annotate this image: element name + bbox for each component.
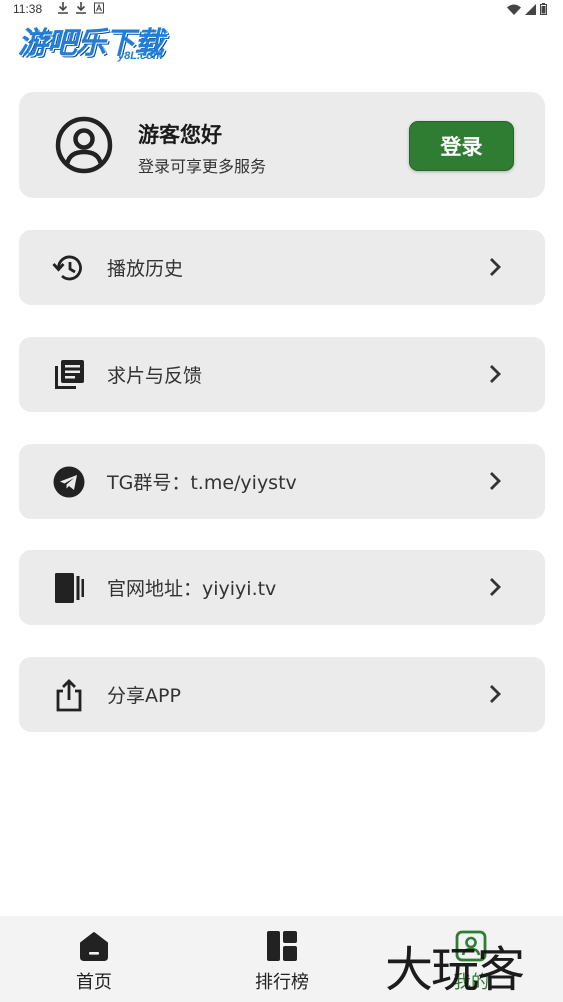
nav-label-home: 首页 (76, 972, 112, 993)
user-greeting: 游客您好 (138, 123, 222, 147)
user-card: 游客您好 登录可享更多服务 登录 (19, 92, 545, 198)
app-logo: 游吧乐下载 y8L.com (18, 18, 188, 68)
menu-label: TG群号：t.me/yiystv (107, 472, 297, 494)
wifi-icon (507, 4, 521, 15)
battery-icon (540, 3, 547, 15)
chevron-right-icon (490, 472, 501, 490)
watermark: 大玩客 (385, 942, 525, 998)
telegram-icon (51, 464, 87, 500)
website-icon (51, 570, 87, 606)
menu-item-request-feedback[interactable]: 求片与反馈 (19, 337, 545, 412)
login-button[interactable]: 登录 (409, 121, 514, 171)
menu-item-telegram[interactable]: TG群号：t.me/yiystv (19, 444, 545, 519)
chevron-right-icon (490, 685, 501, 703)
history-icon (51, 250, 87, 286)
chevron-right-icon (490, 578, 501, 596)
download-icon (58, 2, 68, 14)
nav-item-home[interactable]: 首页 (34, 916, 154, 1002)
status-bar: 11:38 (0, 0, 563, 20)
menu-label: 求片与反馈 (107, 365, 203, 387)
user-subtitle: 登录可享更多服务 (138, 157, 267, 176)
library-icon (51, 357, 87, 393)
a-icon (94, 2, 104, 14)
logo-sub-text: y8L.com (118, 50, 163, 62)
chevron-right-icon (490, 365, 501, 383)
menu-item-share-app[interactable]: 分享APP (19, 657, 545, 732)
nav-label-ranking: 排行榜 (255, 972, 309, 993)
menu-label: 播放历史 (107, 258, 184, 280)
share-icon (51, 677, 87, 713)
signal-icon (525, 3, 536, 15)
download-icon (76, 2, 86, 14)
menu-item-play-history[interactable]: 播放历史 (19, 230, 545, 305)
avatar-icon (55, 116, 113, 174)
menu-item-website[interactable]: 官网地址：yiyiyi.tv (19, 550, 545, 625)
nav-item-ranking[interactable]: 排行榜 (222, 916, 342, 1002)
menu-label: 官网地址：yiyiyi.tv (107, 578, 277, 600)
status-system-icons (507, 3, 547, 15)
ranking-icon (267, 931, 297, 961)
menu-label: 分享APP (107, 685, 181, 707)
status-time: 11:38 (13, 2, 43, 16)
home-icon (80, 932, 108, 961)
status-notifications (58, 2, 104, 14)
chevron-right-icon (490, 258, 501, 276)
